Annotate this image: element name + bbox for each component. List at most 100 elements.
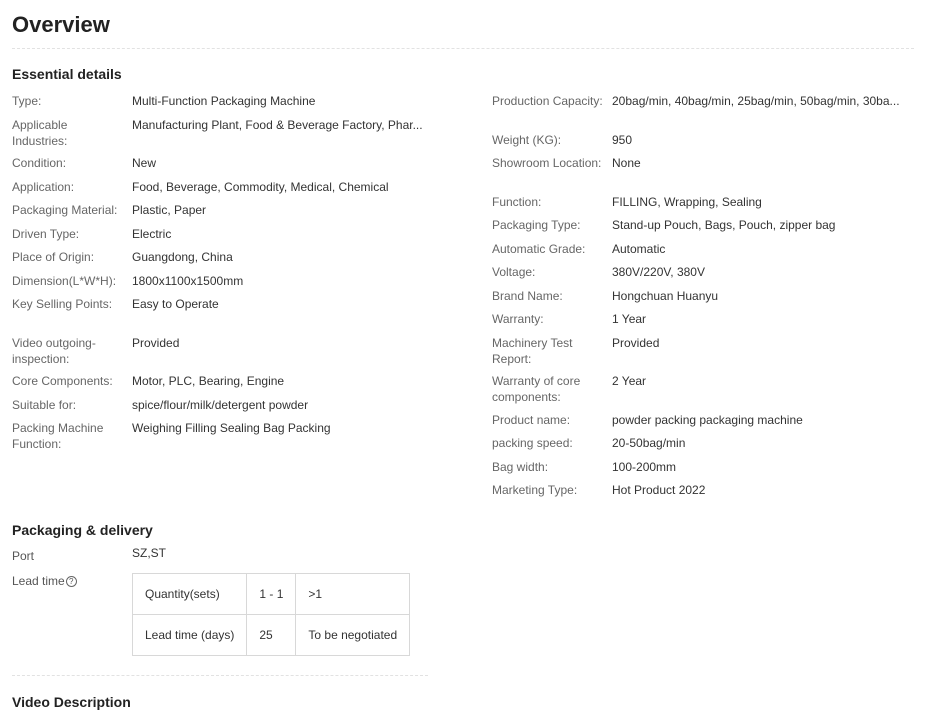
title-divider [12, 48, 914, 49]
detail-value: Provided [132, 335, 180, 350]
detail-label: Dimension(L*W*H): [12, 273, 117, 288]
detail-label: Warranty: [492, 312, 544, 326]
detail-label: Driven Type: [12, 226, 80, 241]
detail-label: Bag width: [492, 459, 549, 474]
detail-label: Machinery Test Report: [492, 335, 573, 366]
detail-value: Motor, PLC, Bearing, Engine [132, 374, 285, 388]
detail-label: Warranty of core components: [492, 374, 581, 404]
detail-label: Packaging Material: [12, 203, 118, 217]
detail-label: Weight (KG): [492, 132, 562, 147]
detail-value: 20-50bag/min [612, 436, 686, 450]
page-title: Overview [12, 12, 110, 37]
detail-label: Condition: [12, 156, 67, 170]
detail-row: Type: Multi-Function Packaging Machine [12, 93, 452, 117]
detail-row: Packaging Material: Plastic, Paper [12, 202, 452, 226]
detail-value: Easy to Operate [132, 297, 219, 311]
detail-row: Application: Food, Beverage, Commodity, M… [12, 179, 452, 203]
essential-details-right-column: Production Capacity: 20bag/min, 40bag/min… [492, 93, 914, 506]
detail-row: Automatic Grade: Automatic [492, 241, 914, 265]
detail-row: Key Selling Points: Easy to Operate [12, 296, 452, 335]
table-row: Lead time (days) 25 To be negotiated [131, 614, 411, 656]
lead-time-label-text: Lead time [12, 574, 65, 588]
detail-label: Suitable for: [12, 397, 77, 412]
essential-details-left-column: Type: Multi-Function Packaging Machine App… [12, 93, 452, 459]
detail-row: Bag width: 100-200mm [492, 459, 914, 483]
table-cell: 1 - 1 [246, 573, 297, 615]
table-cell: Lead time (days) [131, 614, 248, 656]
detail-label: Production Capacity: [492, 94, 603, 108]
lead-time-label: Lead time? [12, 574, 77, 588]
detail-value: Plastic, Paper [132, 203, 207, 217]
detail-value: Hot Product 2022 [612, 483, 706, 497]
detail-row: Condition: New [12, 155, 452, 179]
detail-row: Function: FILLING, Wrapping, Sealing [492, 194, 914, 218]
detail-row: Weight (KG): 950 [492, 132, 914, 156]
table-cell: Quantity(sets) [131, 573, 248, 615]
detail-value: FILLING, Wrapping, Sealing [612, 194, 762, 209]
detail-label: Voltage: [492, 265, 536, 279]
detail-row: Brand Name: Hongchuan Huanyu [492, 288, 914, 312]
detail-row: Suitable for: spice/flour/milk/detergent … [12, 397, 452, 421]
detail-value: Automatic [612, 241, 666, 256]
essential-details-heading: Essential details [12, 66, 122, 82]
table-cell: >1 [295, 573, 411, 615]
detail-value: 950 [612, 132, 633, 147]
detail-value: New [132, 156, 157, 170]
detail-value: 380V/220V, 380V [612, 265, 705, 279]
detail-label: packing speed: [492, 436, 573, 450]
detail-label: Video outgoing-inspection: [12, 335, 96, 366]
detail-row: Product name: powder packing packaging ma… [492, 412, 914, 436]
detail-label: Function: [492, 194, 542, 209]
help-icon[interactable]: ? [65, 576, 77, 588]
detail-label: Packing Machine Function: [12, 421, 104, 451]
section-divider [12, 675, 428, 676]
detail-value: Multi-Function Packaging Machine [132, 94, 316, 108]
port-value: SZ,ST [132, 546, 167, 560]
detail-value: 1 Year [612, 312, 647, 326]
detail-value: Guangdong, China [132, 250, 233, 264]
port-label: Port [12, 549, 35, 563]
detail-row: Warranty: 1 Year [492, 311, 914, 335]
detail-row: packing speed: 20-50bag/min [492, 435, 914, 459]
detail-value: Provided [612, 335, 660, 350]
detail-row: Packing Machine Function: Weighing Fillin… [12, 420, 452, 459]
detail-value: 1800x1100x1500mm [132, 273, 244, 288]
detail-value: Electric [132, 226, 172, 241]
detail-row: Applicable Industries: Manufacturing Plan… [12, 117, 452, 156]
detail-row: Production Capacity: 20bag/min, 40bag/min… [492, 93, 914, 132]
detail-value: Stand-up Pouch, Bags, Pouch, zipper bag [612, 218, 836, 232]
table-row: Quantity(sets) 1 - 1 >1 [131, 573, 411, 615]
detail-row: Core Components: Motor, PLC, Bearing, Eng… [12, 373, 452, 397]
packaging-delivery-heading: Packaging & delivery [12, 522, 153, 538]
detail-row: Warranty of core components: 2 Year [492, 373, 914, 412]
detail-label: Showroom Location: [492, 156, 602, 170]
detail-value: Weighing Filling Sealing Bag Packing [132, 421, 331, 435]
detail-label: Applicable Industries: [12, 117, 68, 148]
detail-value: spice/flour/milk/detergent powder [132, 397, 309, 412]
detail-value: Hongchuan Huanyu [612, 288, 719, 303]
table-cell: To be negotiated [295, 614, 411, 656]
detail-row: Showroom Location: None [492, 155, 914, 194]
detail-row: Packaging Type: Stand-up Pouch, Bags, Pou… [492, 217, 914, 241]
detail-label: Packaging Type: [492, 218, 581, 232]
detail-row: Driven Type: Electric [12, 226, 452, 250]
detail-label: Automatic Grade: [492, 241, 586, 256]
detail-value: 100-200mm [612, 459, 677, 474]
detail-row: Place of Origin: Guangdong, China [12, 249, 452, 273]
detail-value: 20bag/min, 40bag/min, 25bag/min, 50bag/m… [612, 94, 900, 108]
detail-label: Brand Name: [492, 288, 563, 303]
detail-value: 2 Year [612, 374, 647, 388]
detail-label: Product name: [492, 412, 571, 427]
detail-value: None [612, 156, 641, 170]
lead-time-table: Quantity(sets) 1 - 1 >1 Lead time (days)… [131, 573, 411, 656]
detail-row: Voltage: 380V/220V, 380V [492, 264, 914, 288]
detail-value: powder packing packaging machine [612, 412, 803, 427]
detail-row: Machinery Test Report: Provided [492, 335, 914, 374]
detail-value: Food, Beverage, Commodity, Medical, Chem… [132, 179, 389, 194]
detail-label: Key Selling Points: [12, 297, 113, 311]
table-cell: 25 [246, 614, 297, 656]
detail-label: Application: [12, 179, 75, 194]
detail-label: Type: [12, 94, 42, 108]
detail-label: Place of Origin: [12, 250, 95, 264]
detail-row: Video outgoing-inspection: Provided [12, 335, 452, 374]
